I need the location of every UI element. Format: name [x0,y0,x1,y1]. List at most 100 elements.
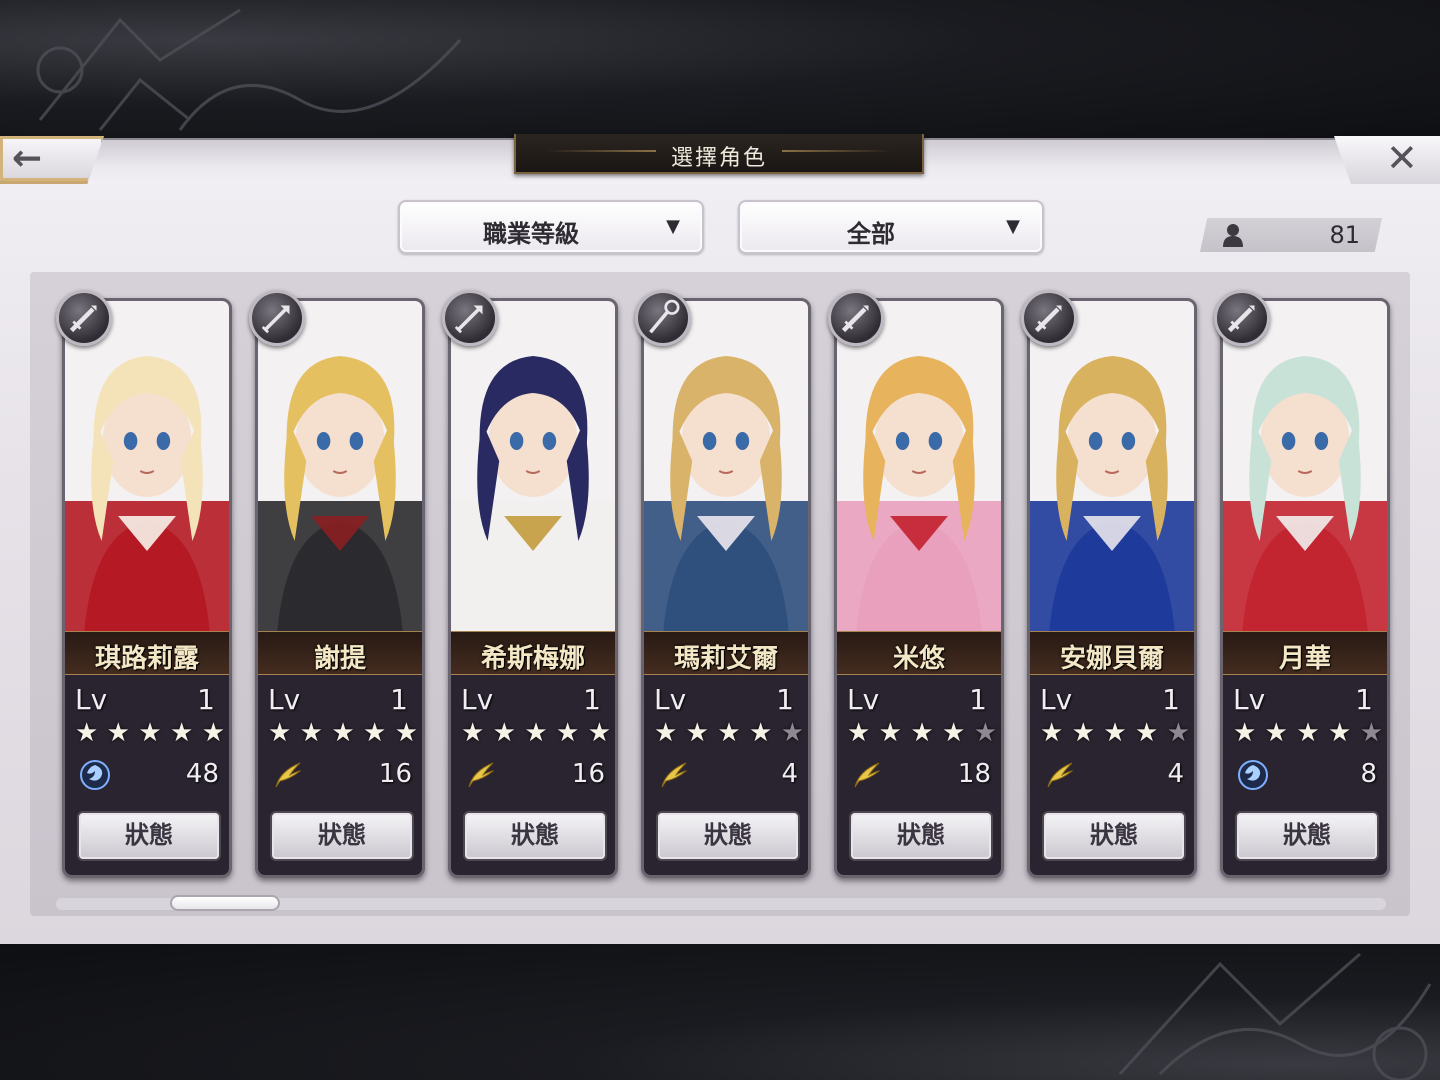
name-plate: 琪路莉露 [65,631,229,675]
star-filled-icon: ★ [1264,718,1288,748]
character-portrait [65,301,229,631]
star-filled-icon: ★ [201,718,225,748]
level-value: 1 [969,683,987,716]
star-filled-icon: ★ [1103,718,1127,748]
star-rating: ★ ★ ★ ★ ★ [75,719,225,747]
character-card[interactable]: 米悠 Lv 1 ★ ★ ★ ★ ★ 18 狀態 [834,298,1004,878]
staff-icon [635,290,691,346]
sword-icon [56,290,112,346]
star-filled-icon: ★ [878,718,902,748]
status-button[interactable]: 狀態 [270,811,414,861]
element-value: 16 [571,759,605,789]
element-value: 16 [378,759,412,789]
star-filled-icon: ★ [363,718,387,748]
star-filled-icon: ★ [717,718,741,748]
page-title: 選擇角色 [670,146,767,171]
character-portrait [1223,301,1387,631]
element-value: 48 [185,759,219,789]
star-filled-icon: ★ [587,718,611,748]
character-portrait [837,301,1001,631]
close-icon: ✕ [1386,136,1418,180]
back-arrow-icon: ← [12,138,43,179]
star-rating: ★ ★ ★ ★ ★ [1233,719,1383,747]
star-filled-icon: ★ [654,718,678,748]
character-portrait [644,301,808,631]
level-label: Lv [75,683,108,716]
star-filled-icon: ★ [1296,718,1320,748]
wind-element-icon [465,759,497,791]
name-plate: 謝提 [258,631,422,675]
star-filled-icon: ★ [524,718,548,748]
name-plate: 月華 [1223,631,1387,675]
sword-icon [828,290,884,346]
name-plate: 米悠 [837,631,1001,675]
level-value: 1 [776,683,794,716]
star-filled-icon: ★ [299,718,323,748]
status-button[interactable]: 狀態 [463,811,607,861]
character-name: 米悠 [892,644,945,674]
sort-dropdown[interactable]: 職業等級 ▼ [398,200,704,254]
character-portrait [258,301,422,631]
arrow-icon [249,290,305,346]
star-filled-icon: ★ [75,718,99,748]
star-empty-icon: ★ [1359,718,1383,748]
star-filled-icon: ★ [492,718,516,748]
name-plate: 瑪莉艾爾 [644,631,808,675]
wind-element-icon [1044,759,1076,791]
category-dropdown-label: 全部 [847,219,895,248]
level-value: 1 [390,683,408,716]
star-filled-icon: ★ [749,718,773,748]
chevron-down-icon: ▼ [666,216,680,237]
level-label: Lv [461,683,494,716]
title-plate: 選擇角色 [514,134,924,174]
star-filled-icon: ★ [685,718,709,748]
chevron-down-icon: ▼ [1006,216,1020,237]
status-button[interactable]: 狀態 [77,811,221,861]
category-dropdown[interactable]: 全部 ▼ [738,200,1044,254]
star-filled-icon: ★ [1040,718,1064,748]
character-card[interactable]: 月華 Lv 1 ★ ★ ★ ★ ★ 8 狀態 [1220,298,1390,878]
star-filled-icon: ★ [1071,718,1095,748]
unit-count-badge: 81 [1200,218,1382,252]
element-value: 18 [957,759,991,789]
water-element-icon [1237,759,1269,791]
star-filled-icon: ★ [1233,718,1257,748]
character-portrait [1030,301,1194,631]
star-empty-icon: ★ [1166,718,1190,748]
character-card[interactable]: 瑪莉艾爾 Lv 1 ★ ★ ★ ★ ★ 4 狀態 [641,298,811,878]
status-button[interactable]: 狀態 [1042,811,1186,861]
character-name: 琪路莉露 [94,644,199,674]
sort-dropdown-label: 職業等級 [483,219,579,248]
character-card[interactable]: 琪路莉露 Lv 1 ★ ★ ★ ★ ★ 48 狀態 [62,298,232,878]
star-filled-icon: ★ [106,718,130,748]
character-card[interactable]: 謝提 Lv 1 ★ ★ ★ ★ ★ 16 狀態 [255,298,425,878]
level-label: Lv [847,683,880,716]
back-button[interactable]: ← [0,136,104,184]
character-card[interactable]: 安娜貝爾 Lv 1 ★ ★ ★ ★ ★ 4 狀態 [1027,298,1197,878]
status-button[interactable]: 狀態 [656,811,800,861]
level-value: 1 [1355,683,1373,716]
element-value: 4 [781,759,798,789]
character-portrait [451,301,615,631]
level-value: 1 [583,683,601,716]
wind-element-icon [851,759,883,791]
star-empty-icon: ★ [973,718,997,748]
element-value: 4 [1167,759,1184,789]
star-rating: ★ ★ ★ ★ ★ [847,719,997,747]
sword-icon [1021,290,1077,346]
character-card[interactable]: 希斯梅娜 Lv 1 ★ ★ ★ ★ ★ 16 狀態 [448,298,618,878]
close-button[interactable]: ✕ [1334,136,1440,184]
star-filled-icon: ★ [461,718,485,748]
level-label: Lv [654,683,687,716]
person-icon [1223,224,1243,247]
wind-element-icon [272,759,304,791]
star-filled-icon: ★ [556,718,580,748]
star-filled-icon: ★ [138,718,162,748]
name-plate: 希斯梅娜 [451,631,615,675]
star-filled-icon: ★ [170,718,194,748]
ornament-bottom-right [1118,952,1432,1080]
level-label: Lv [1233,683,1266,716]
status-button[interactable]: 狀態 [849,811,993,861]
scrollbar-thumb[interactable] [170,895,280,911]
status-button[interactable]: 狀態 [1235,811,1379,861]
